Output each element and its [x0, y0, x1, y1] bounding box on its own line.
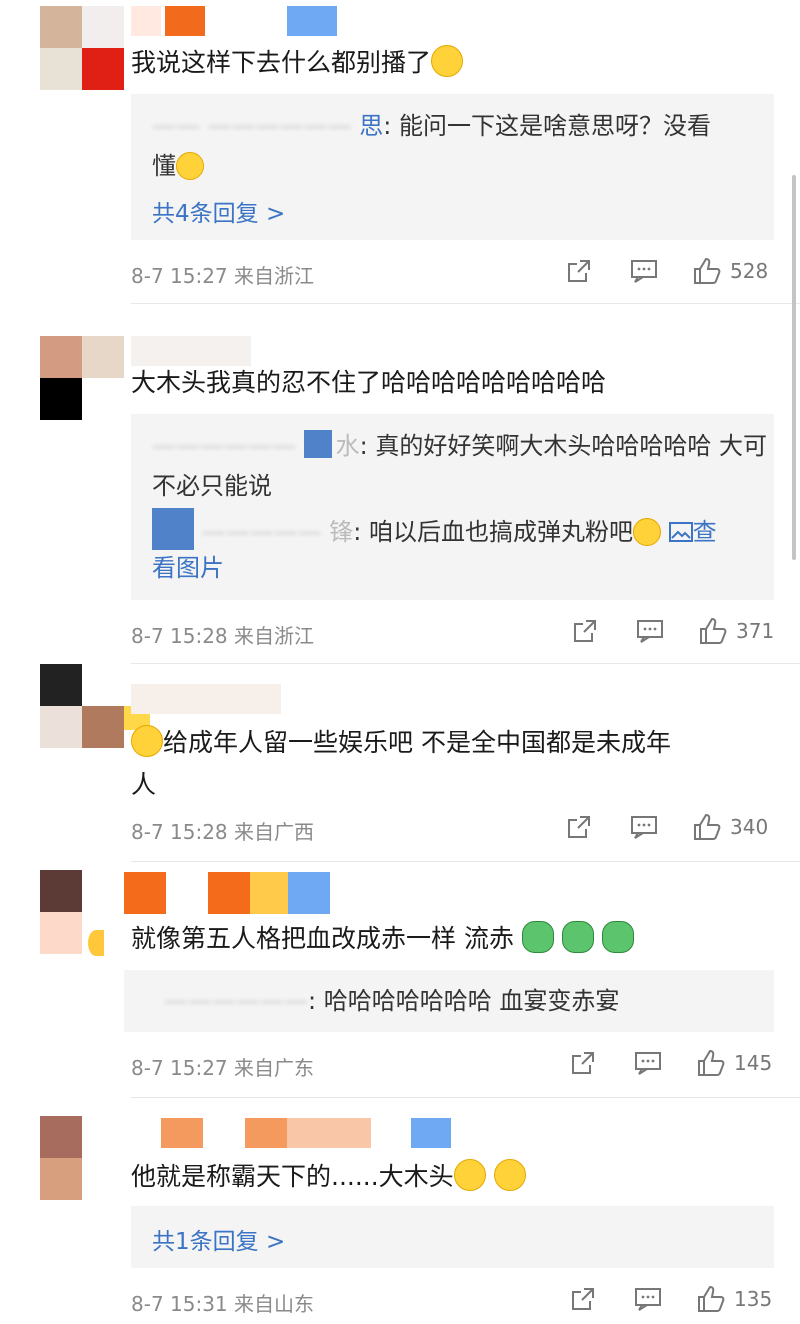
like-count: 145	[734, 1051, 773, 1075]
reply-item[interactable]: —— —————— 思: 能问一下这是啥意思呀？没看	[152, 106, 711, 146]
reply-box[interactable]: 共1条回复 >	[131, 1206, 774, 1268]
divider	[131, 1097, 800, 1098]
share-icon	[568, 260, 590, 282]
username[interactable]	[124, 872, 334, 914]
reply-item[interactable]: ————— 锋: 咱以后血也搞成弹丸粉吧 查	[152, 508, 717, 552]
thumbs-up-icon	[694, 257, 721, 284]
thumbs-up-icon	[694, 813, 721, 840]
share-button[interactable]	[566, 814, 592, 840]
username[interactable]	[131, 684, 331, 714]
comment-icon	[635, 1052, 661, 1075]
divider	[131, 861, 800, 862]
like-count: 371	[736, 619, 775, 643]
sweat-smile-emoji-icon	[431, 45, 464, 77]
like-button[interactable]: 528	[692, 256, 768, 286]
comment-button[interactable]	[630, 814, 658, 840]
thumbs-up-icon	[698, 1285, 725, 1312]
avatar[interactable]	[40, 870, 124, 954]
avatar[interactable]	[40, 6, 124, 90]
comment-icon	[635, 1288, 661, 1311]
comment-meta: 8-7 15:28 来自浙江	[131, 624, 315, 648]
comment-meta: 8-7 15:27 来自广东	[131, 1056, 315, 1080]
divider	[131, 303, 800, 304]
sleepy-emoji-icon	[131, 725, 163, 757]
comment-meta: 8-7 15:27 来自浙江	[131, 264, 315, 288]
comment-button[interactable]	[636, 618, 664, 644]
username[interactable]	[131, 6, 341, 36]
scrollbar[interactable]	[792, 175, 796, 560]
thumbs-up-icon	[700, 617, 727, 644]
more-replies-link[interactable]: 共1条回复 >	[152, 1222, 285, 1256]
share-icon	[574, 620, 596, 642]
comment-text-cont: 人	[131, 770, 157, 799]
frog-emoji-icon	[601, 921, 634, 953]
like-count: 340	[730, 815, 769, 839]
like-count: 135	[734, 1287, 773, 1311]
like-button[interactable]: 371	[698, 616, 774, 646]
share-button[interactable]	[570, 1286, 596, 1312]
divider	[131, 663, 800, 664]
image-icon	[668, 522, 693, 542]
crying-emoji-icon	[176, 152, 204, 180]
thumbs-up-icon	[698, 1049, 725, 1076]
like-button[interactable]: 135	[696, 1284, 772, 1314]
sick-emoji-icon	[453, 1159, 486, 1191]
comment-text: 大木头我真的忍不住了哈哈哈哈哈哈哈哈哈	[131, 368, 607, 397]
reply-username[interactable]: ——————	[152, 432, 304, 460]
share-icon	[572, 1288, 594, 1310]
sick-emoji-icon	[493, 1159, 526, 1191]
comment-text: 就像第五人格把血改成赤一样 流赤	[131, 918, 634, 960]
reply-username[interactable]: —— ——————	[152, 112, 359, 140]
share-button[interactable]	[566, 258, 592, 284]
comment-text: 我说这样下去什么都别播了	[131, 42, 464, 84]
comment-button[interactable]	[630, 258, 658, 284]
share-icon	[572, 1052, 594, 1074]
avatar[interactable]	[40, 336, 124, 420]
comment-icon	[631, 816, 657, 839]
reply-username[interactable]: ——————	[164, 987, 308, 1015]
avatar[interactable]	[40, 664, 124, 748]
reply-box[interactable]: —— —————— 思: 能问一下这是啥意思呀？没看 懂 共4条回复 >	[131, 94, 774, 240]
reply-username[interactable]: —————	[194, 518, 329, 546]
comment-icon	[637, 620, 663, 643]
view-image-link[interactable]: 查	[668, 518, 717, 546]
smile-emoji-icon	[632, 518, 661, 546]
avatar[interactable]	[40, 1116, 124, 1200]
reply-item-cont: 不必只能说	[152, 472, 272, 500]
share-icon	[568, 816, 590, 838]
reply-item[interactable]: —————— 水: 真的好好笑啊大木头哈哈哈哈哈 大可	[152, 426, 767, 466]
more-replies-link[interactable]: 共4条回复 >	[152, 194, 285, 228]
like-count: 528	[730, 259, 769, 283]
comment-meta: 8-7 15:28 来自广西	[131, 820, 315, 844]
username[interactable]	[131, 1118, 481, 1148]
like-button[interactable]: 340	[692, 812, 768, 842]
frog-emoji-icon	[561, 921, 594, 953]
comment-button[interactable]	[634, 1050, 662, 1076]
share-button[interactable]	[570, 1050, 596, 1076]
comment-text: 给成年人留一些娱乐吧 不是全中国都是未成年	[131, 722, 671, 764]
reply-box[interactable]: —————— 水: 真的好好笑啊大木头哈哈哈哈哈 大可 不必只能说 ————— …	[131, 414, 774, 600]
reply-box[interactable]: ——————: 哈哈哈哈哈哈哈 血宴变赤宴	[124, 970, 774, 1032]
comment-text: 他就是称霸天下的......大木头	[131, 1156, 526, 1198]
comment-meta: 8-7 15:31 来自山东	[131, 1292, 315, 1316]
reply-item-cont: 懂	[152, 146, 204, 186]
comment-icon	[631, 260, 657, 283]
comment-button[interactable]	[634, 1286, 662, 1312]
reply-item[interactable]: ——————: 哈哈哈哈哈哈哈 血宴变赤宴	[164, 981, 619, 1021]
like-button[interactable]: 145	[696, 1048, 772, 1078]
frog-emoji-icon	[521, 921, 554, 953]
view-image-link-cont[interactable]: 看图片	[152, 548, 224, 588]
share-button[interactable]	[572, 618, 598, 644]
badge	[88, 930, 104, 956]
